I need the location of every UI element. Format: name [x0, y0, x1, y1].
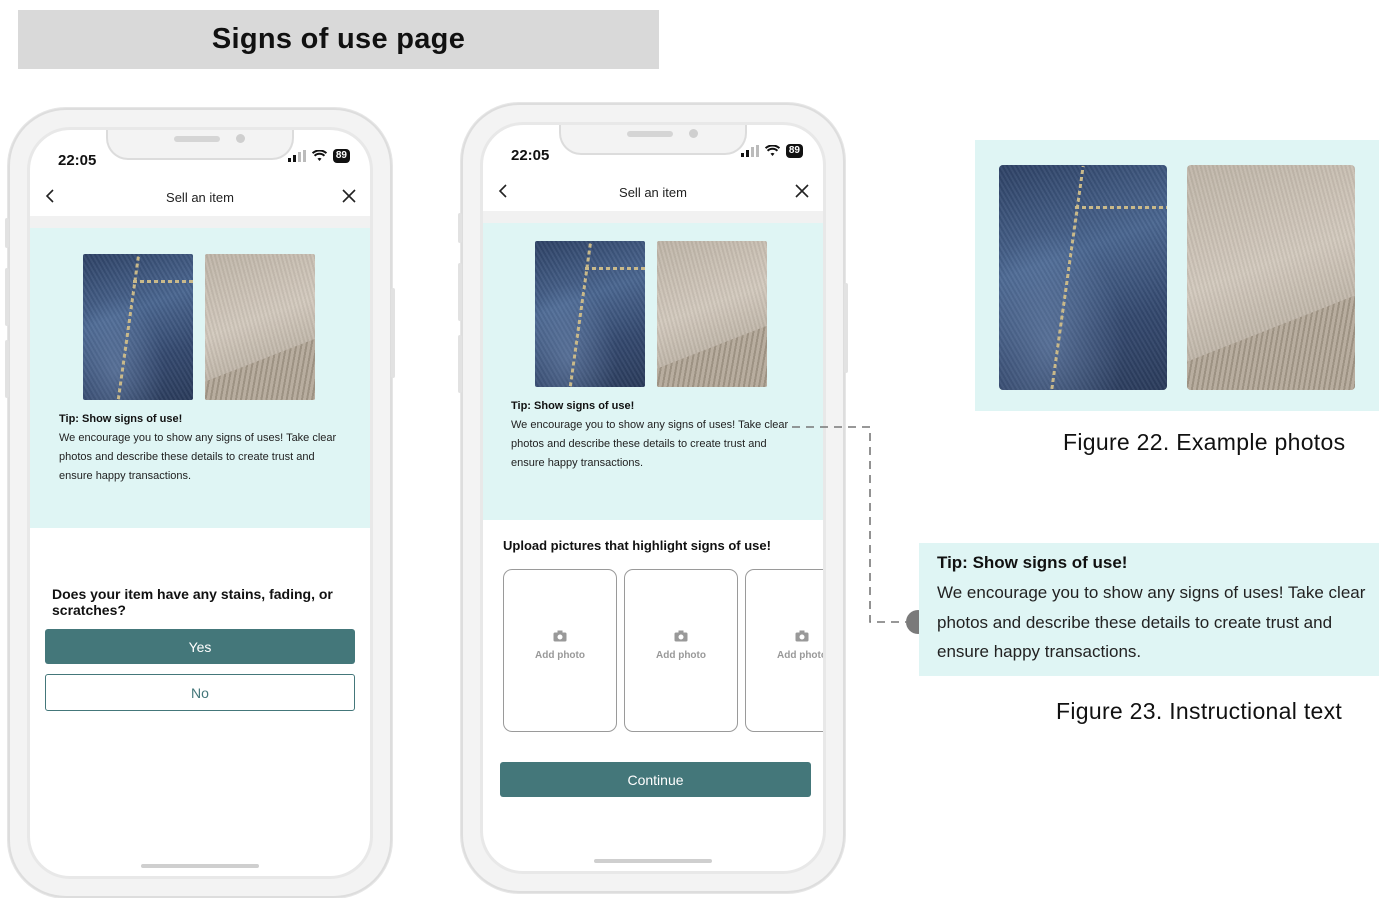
sweater-example-photo: [1187, 165, 1355, 390]
notch: [559, 125, 747, 155]
nav-divider: [483, 211, 823, 223]
nav-divider: [30, 216, 370, 228]
tip-panel: Tip: Show signs of use! We encourage you…: [483, 223, 823, 520]
status-time: 22:05: [58, 152, 97, 169]
tip-body: We encourage you to show any signs of us…: [59, 432, 337, 482]
continue-button[interactable]: Continue: [500, 762, 811, 797]
denim-example-photo: [999, 165, 1167, 390]
tip-title: Tip: Show signs of use!: [59, 413, 183, 425]
add-photo-slot[interactable]: Add photo: [503, 569, 617, 732]
phone-mockup-1: 22:05 89 Sell an item Tip: Show signs of…: [5, 108, 395, 898]
sweater-example-photo: [657, 241, 767, 387]
upload-label: Upload pictures that highlight signs of …: [503, 538, 771, 553]
signal-icon: [740, 145, 759, 157]
camera-icon: [674, 630, 688, 642]
add-photo-label: Add photo: [535, 650, 585, 661]
phone-screen-2: 22:05 89 Sell an item Tip: Show signs of…: [483, 125, 823, 871]
tip-body: We encourage you to show any signs of us…: [511, 419, 789, 469]
status-time: 22:05: [511, 147, 550, 164]
notch: [106, 130, 294, 160]
nav-bar: Sell an item: [483, 173, 823, 211]
nav-title: Sell an item: [166, 190, 234, 205]
header-banner: Signs of use page: [18, 10, 659, 69]
sweater-example-photo: [205, 254, 315, 400]
phone-mockup-2: 22:05 89 Sell an item Tip: Show signs of…: [458, 103, 848, 893]
no-button[interactable]: No: [45, 674, 355, 711]
add-photo-label: Add photo: [656, 650, 706, 661]
figure-23-panel: Tip: Show signs of use! We encourage you…: [919, 543, 1379, 676]
wifi-icon: [311, 150, 327, 161]
home-indicator: [594, 859, 712, 863]
status-icons: 89: [287, 149, 350, 163]
figure-23-caption: Figure 23. Instructional text: [1056, 698, 1343, 724]
tip-title: Tip: Show signs of use!: [511, 400, 635, 412]
tip-body: We encourage you to show any signs of us…: [937, 583, 1366, 661]
camera-icon: [553, 630, 567, 642]
battery-icon: 89: [332, 149, 350, 163]
yes-button[interactable]: Yes: [45, 629, 355, 664]
close-icon[interactable]: [793, 182, 811, 200]
close-icon[interactable]: [340, 187, 358, 205]
denim-example-photo: [83, 254, 193, 400]
status-icons: 89: [740, 144, 803, 158]
page-title: Signs of use page: [211, 23, 466, 55]
wifi-icon: [764, 145, 780, 156]
signal-icon: [287, 150, 306, 162]
nav-title: Sell an item: [619, 185, 687, 200]
add-photo-slot[interactable]: Add photo: [624, 569, 738, 732]
denim-example-photo: [535, 241, 645, 387]
nav-bar: Sell an item: [30, 178, 370, 216]
tip-title: Tip: Show signs of use!: [937, 553, 1128, 572]
add-photo-label: Add photo: [777, 650, 823, 661]
figure-22-panel: [975, 140, 1379, 411]
stains-question: Does your item have any stains, fading, …: [52, 586, 333, 618]
phone-screen-1: 22:05 89 Sell an item Tip: Show signs of…: [30, 130, 370, 876]
add-photo-slot[interactable]: Add photo: [745, 569, 823, 732]
figure-22-caption: Figure 22. Example photos: [1063, 429, 1346, 455]
tip-panel: Tip: Show signs of use! We encourage you…: [30, 228, 370, 528]
battery-icon: 89: [785, 144, 803, 158]
camera-icon: [795, 630, 809, 642]
home-indicator: [141, 864, 259, 868]
